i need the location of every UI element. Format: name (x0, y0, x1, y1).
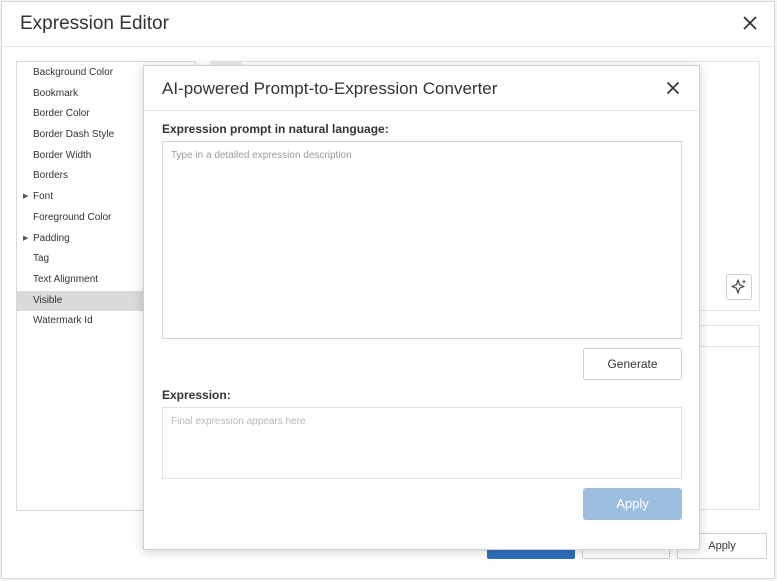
property-item-label: Foreground Color (33, 211, 112, 223)
prompt-converter-title: AI-powered Prompt-to-Expression Converte… (162, 79, 498, 98)
panel-divider (700, 346, 759, 347)
property-item-label: Tag (33, 253, 50, 265)
expression-editor-header: Expression Editor (2, 2, 774, 47)
expand-arrow-icon[interactable]: ▶ (23, 229, 28, 250)
sparkle-icon (731, 279, 746, 294)
expand-arrow-icon[interactable]: ▶ (23, 187, 28, 208)
expression-editor-title: Expression Editor (20, 13, 169, 34)
property-item-label: Borders (33, 170, 69, 182)
close-icon[interactable] (740, 13, 760, 33)
property-item-label: Border Width (33, 149, 92, 161)
property-item-label: Bookmark (33, 87, 79, 99)
property-item-label: Border Dash Style (33, 129, 115, 141)
expression-output[interactable] (162, 407, 682, 479)
close-icon[interactable] (664, 79, 682, 97)
property-item-label: Text Alignment (33, 273, 99, 285)
property-item-label: Background Color (33, 67, 114, 78)
prompt-converter-header: AI-powered Prompt-to-Expression Converte… (144, 66, 699, 111)
generate-button[interactable]: Generate (583, 348, 682, 380)
prompt-label: Expression prompt in natural language: (162, 122, 389, 136)
property-item-label: Font (33, 191, 54, 203)
property-item-label: Watermark Id (33, 315, 93, 327)
property-item-label: Visible (33, 294, 63, 306)
property-item-label: Padding (33, 232, 70, 244)
prompt-input[interactable] (162, 141, 682, 339)
property-item-label: Border Color (33, 108, 90, 120)
apply-button[interactable]: Apply (583, 488, 682, 520)
expression-label: Expression: (162, 388, 231, 402)
ai-assistant-button[interactable] (726, 274, 752, 300)
prompt-converter-dialog: AI-powered Prompt-to-Expression Converte… (143, 65, 700, 550)
